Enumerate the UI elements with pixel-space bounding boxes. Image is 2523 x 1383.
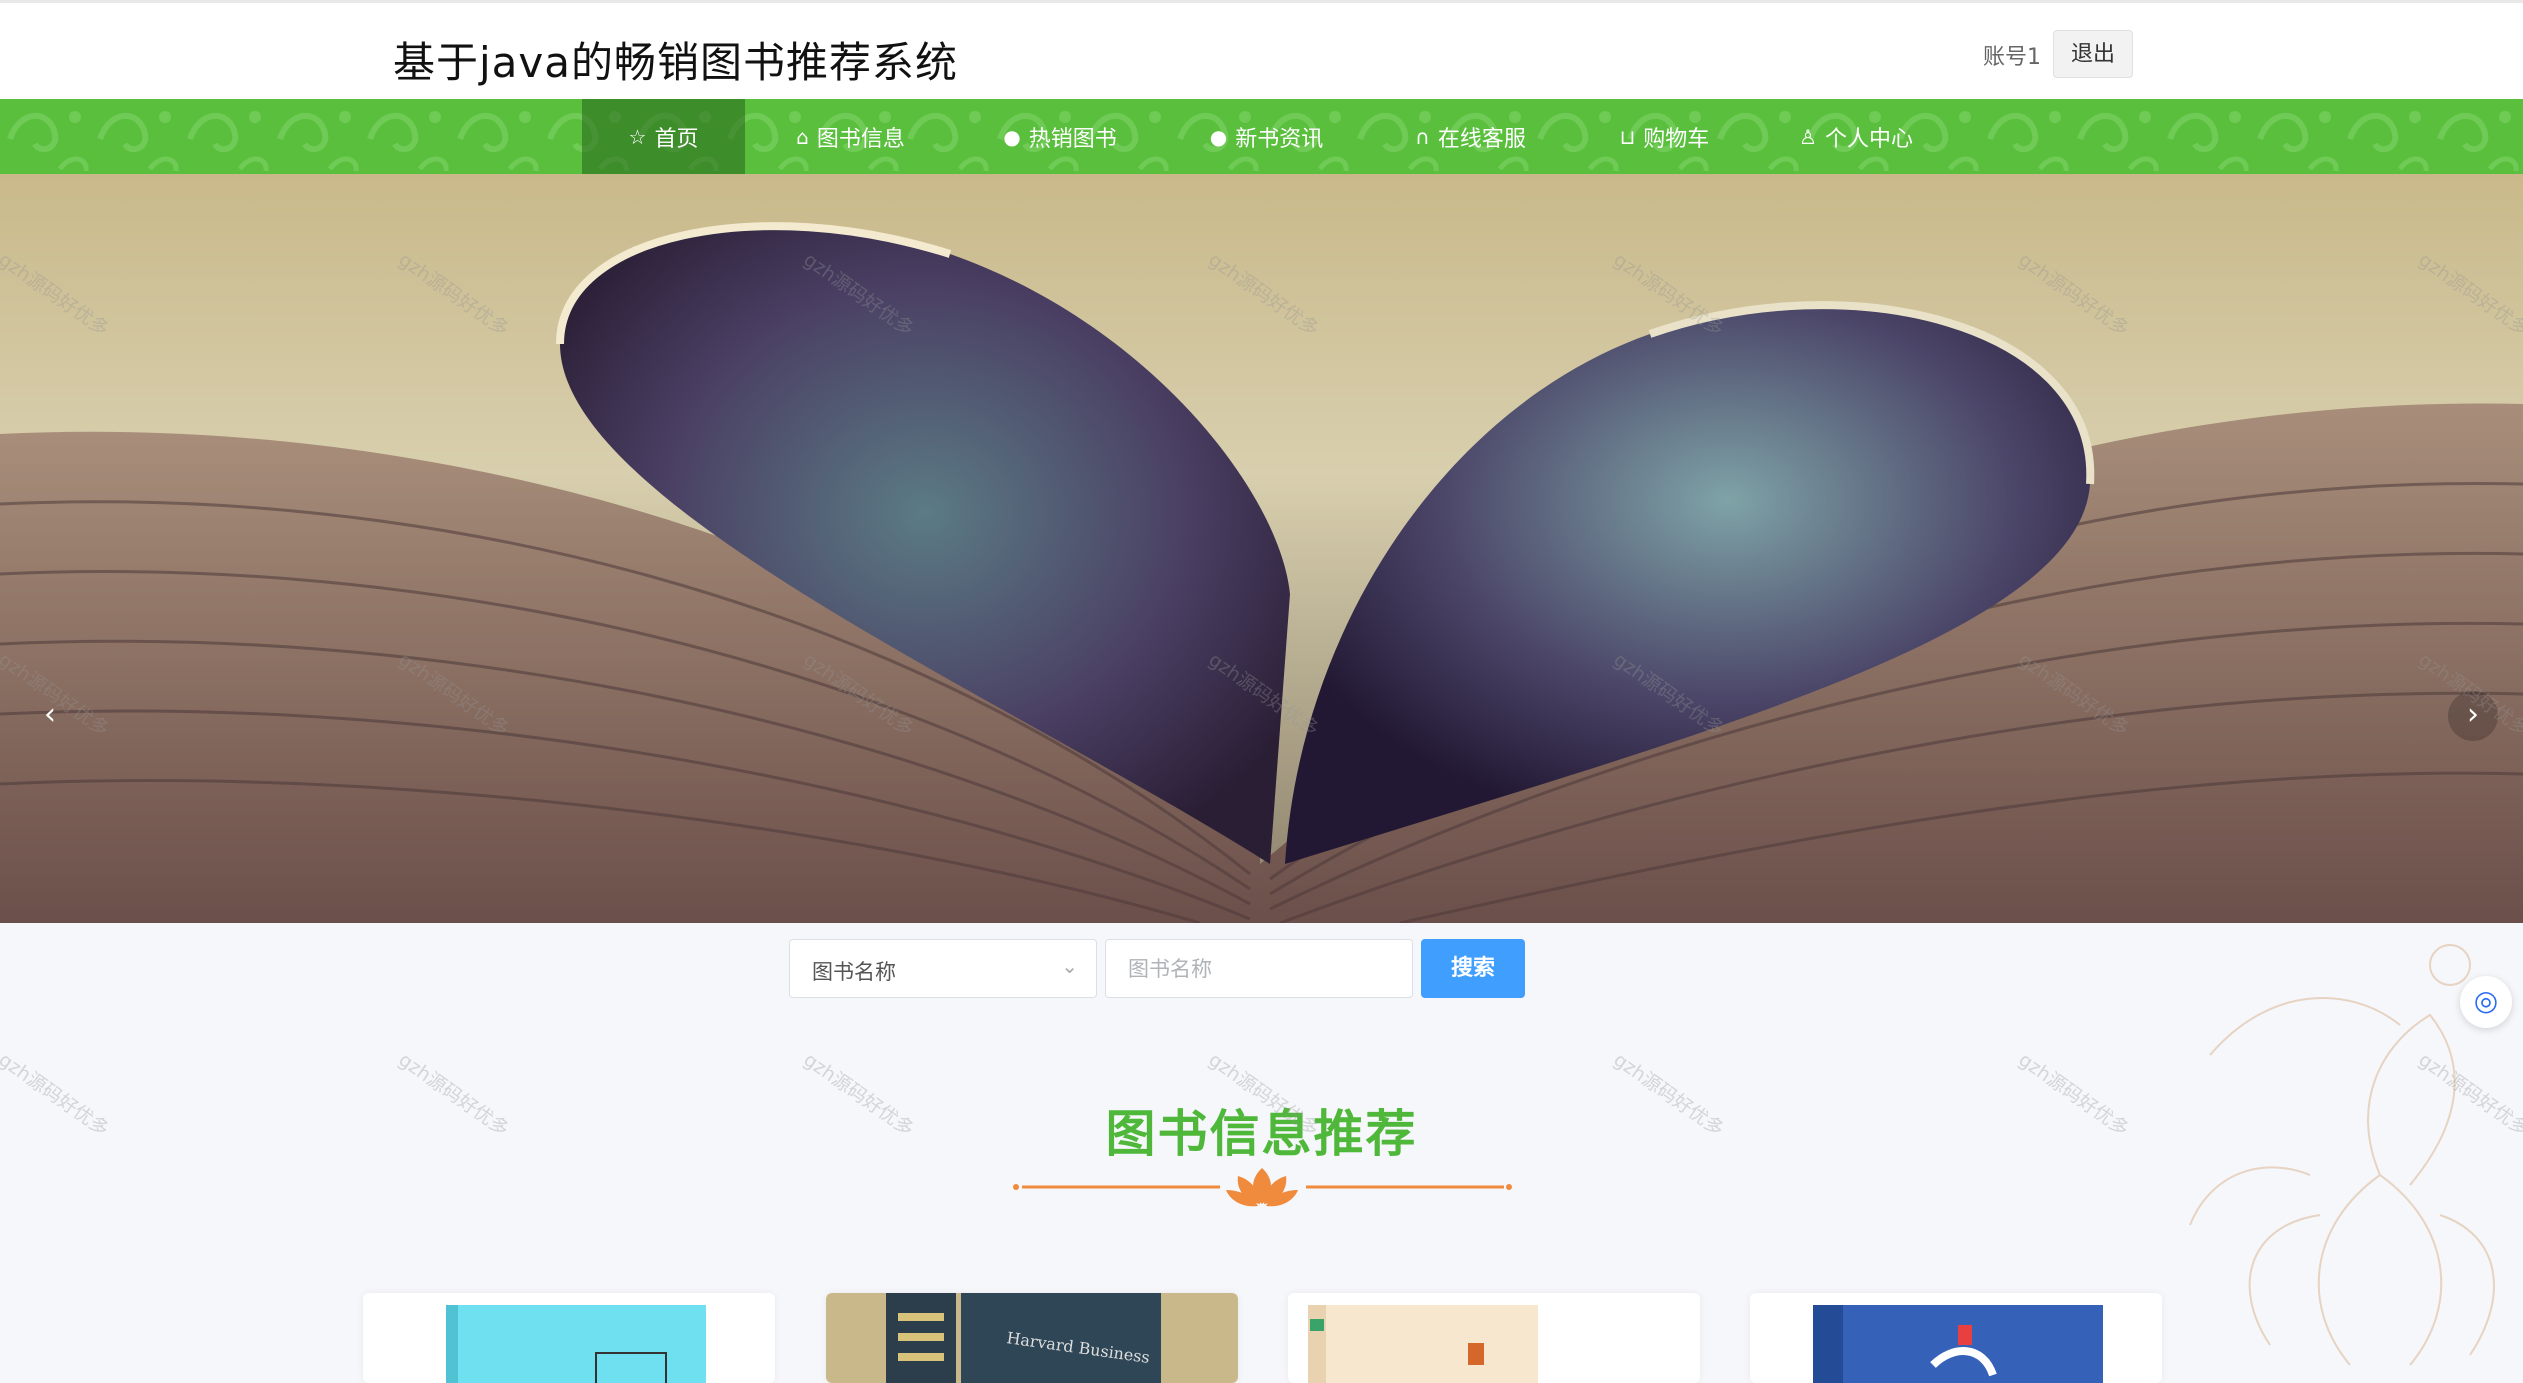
book-cover-1 bbox=[446, 1305, 706, 1383]
book-card-1[interactable] bbox=[363, 1293, 775, 1383]
carousel-prev-button[interactable]: ‹ bbox=[25, 691, 75, 741]
search-field-value: 图书名称 bbox=[812, 960, 896, 984]
nav-item-3[interactable]: ● 热销图书 bbox=[956, 99, 1164, 174]
search-input[interactable] bbox=[1105, 939, 1413, 998]
search-button[interactable]: 搜索 bbox=[1421, 939, 1525, 998]
section-title: 图书信息推荐 bbox=[1105, 1105, 1418, 1163]
question-icon: ● bbox=[1209, 124, 1228, 149]
top-header: 基于java的畅销图书推荐系统 账号1 退出 bbox=[0, 0, 2523, 99]
book-cover-3 bbox=[1308, 1305, 1538, 1383]
nav-item-5[interactable]: ∩ 在线客服 bbox=[1369, 99, 1572, 174]
chevron-down-icon: ⌄ bbox=[1061, 954, 1078, 978]
nav-item-label: 首页 bbox=[654, 126, 699, 152]
bag-icon: ⌂ bbox=[796, 124, 809, 149]
main-nav: ☆ 首页 ⌂ 图书信息 ● 热销图书 ● 新书资讯 ∩ 在线客服 ⊔ 购物车 ♙ 个人中心 bbox=[0, 99, 2523, 174]
site-title: 基于java的畅销图书推荐系统 bbox=[393, 38, 958, 87]
hero-carousel[interactable]: ‹ › bbox=[0, 174, 2523, 923]
headset-icon: ∩ bbox=[1415, 124, 1430, 149]
nav-item-label: 热销图书 bbox=[1028, 126, 1117, 152]
carousel-next-button[interactable]: › bbox=[2448, 691, 2498, 741]
nav-item-2[interactable]: ⌂ 图书信息 bbox=[745, 99, 956, 174]
cart-icon: ⊔ bbox=[1619, 124, 1636, 149]
nav-items: ☆ 首页 ⌂ 图书信息 ● 热销图书 ● 新书资讯 ∩ 在线客服 ⊔ 购物车 ♙ 个人中心 bbox=[582, 99, 1955, 174]
chat-float-icon[interactable]: ◎ bbox=[2460, 976, 2512, 1028]
nav-item-label: 购物车 bbox=[1643, 126, 1710, 152]
book-cover-2: Harvard Business bbox=[826, 1293, 1238, 1383]
book-card-4[interactable] bbox=[1750, 1293, 2162, 1383]
logout-button[interactable]: 退出 bbox=[2053, 30, 2133, 78]
nav-item-4[interactable]: ● 新书资讯 bbox=[1164, 99, 1369, 174]
book-cover-4 bbox=[1813, 1305, 2103, 1383]
nav-item-label: 在线客服 bbox=[1437, 126, 1526, 152]
alert-icon: ● bbox=[1003, 124, 1021, 149]
book-card-2[interactable]: Harvard Business bbox=[826, 1293, 1238, 1383]
banner-image bbox=[0, 174, 2523, 923]
nav-item-label: 个人中心 bbox=[1824, 126, 1913, 152]
lotus-icon bbox=[1226, 1168, 1298, 1207]
nav-item-label: 图书信息 bbox=[816, 126, 905, 152]
nav-item-7[interactable]: ♙ 个人中心 bbox=[1757, 99, 1955, 174]
nav-item-label: 新书资讯 bbox=[1235, 126, 1324, 152]
section-divider bbox=[1013, 1168, 1512, 1207]
user-icon: ♙ bbox=[1799, 124, 1817, 149]
account-name[interactable]: 账号1 bbox=[1983, 39, 2041, 71]
nav-item-1[interactable]: ☆ 首页 bbox=[582, 99, 745, 174]
nav-item-6[interactable]: ⊔ 购物车 bbox=[1572, 99, 1757, 174]
star-icon: ☆ bbox=[628, 124, 647, 149]
book-card-3[interactable] bbox=[1288, 1293, 1700, 1383]
search-field-select[interactable]: 图书名称 ⌄ bbox=[789, 939, 1097, 998]
